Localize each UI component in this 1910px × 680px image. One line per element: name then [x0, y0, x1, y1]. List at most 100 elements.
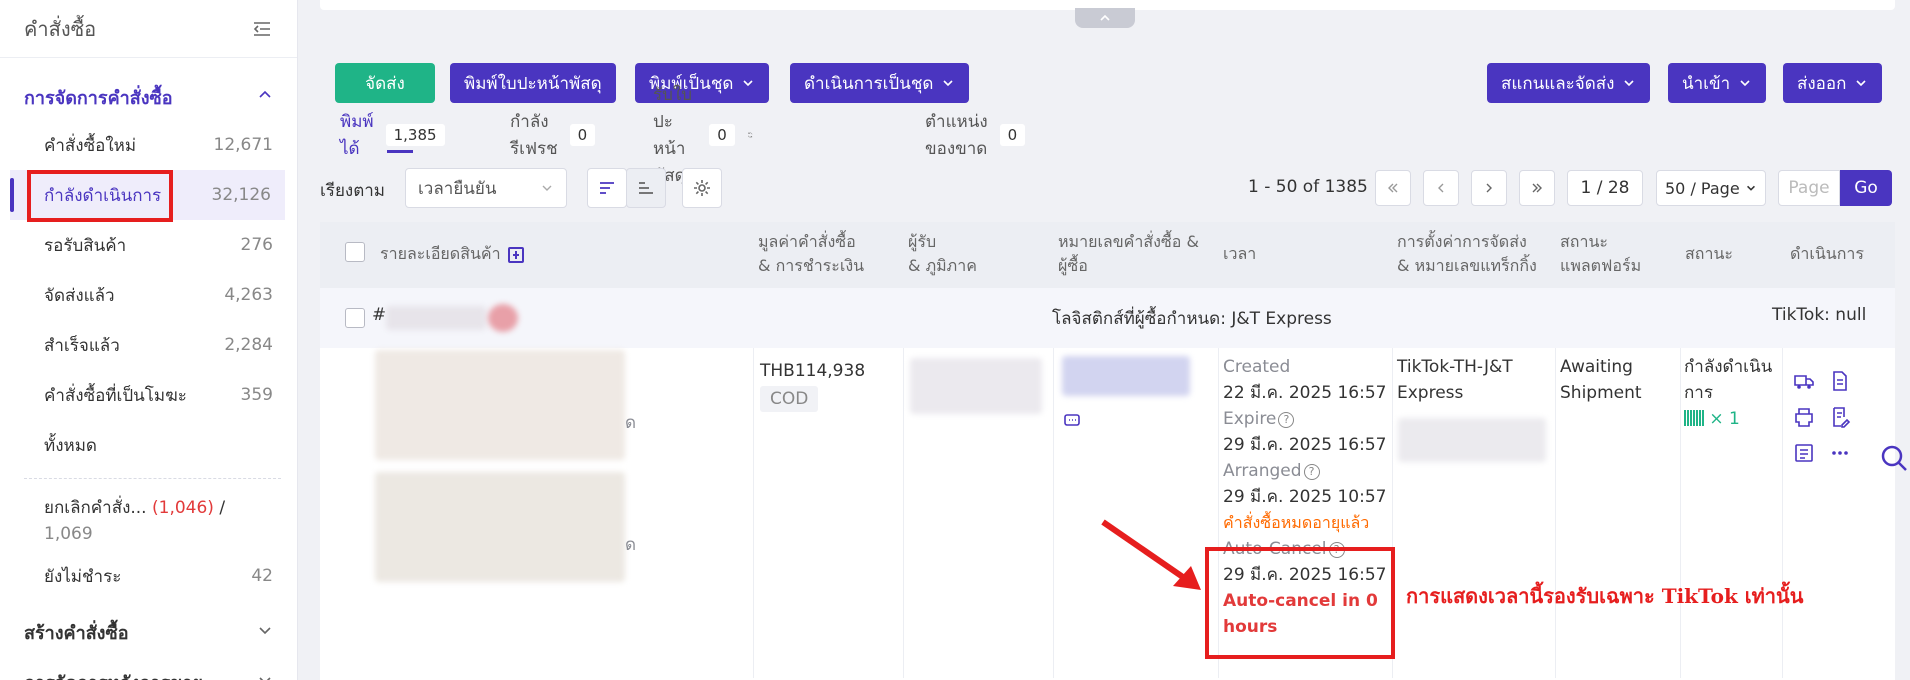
page-size-select[interactable]: 50 / Page [1656, 170, 1766, 206]
sidebar-item-label: ยกเลิกคำสั่ง... (1,046) / 1,069 [44, 495, 225, 547]
button-label: ดำเนินการเป็นชุด [804, 73, 934, 94]
chevron-down-icon [1740, 80, 1750, 87]
product-text-fragment: ด [625, 535, 637, 555]
sidebar-section-create-order[interactable]: สร้างคำสั่งซื้อ [0, 609, 297, 655]
print-label-button[interactable]: พิมพ์ใบปะหน้าพัสดุ [450, 63, 616, 103]
redacted-receiver [910, 358, 1042, 414]
tab-out-of-stock-location[interactable]: ตำแหน่งของขาด 0 [925, 112, 1026, 159]
redacted-product-2 [375, 472, 625, 582]
chevron-down-icon [542, 185, 552, 191]
arranged-label: Arranged? [1223, 458, 1386, 484]
sidebar-item-count: 32,126 [211, 185, 271, 205]
sidebar-item-in-progress[interactable]: กำลังดำเนินการ 32,126 [10, 170, 285, 220]
tab-refreshing[interactable]: กำลังรีเฟรช 0 [510, 112, 596, 159]
export-button[interactable]: ส่งออก [1783, 63, 1883, 103]
header-line: & การชำระเงิน [758, 256, 865, 275]
scan-and-ship-button[interactable]: สแกนและจัดส่ง [1487, 63, 1651, 103]
tab-count: 0 [999, 124, 1026, 146]
sidebar-section-order-management[interactable]: การจัดการคำสั่งซื้อ [0, 74, 297, 120]
tab-count: 0 [709, 124, 735, 146]
sidebar-item-count: 2,284 [224, 335, 273, 355]
expand-filter-toggle[interactable] [1075, 8, 1135, 28]
sidebar-item-awaiting-pickup[interactable]: รอรับสินค้า 276 [0, 220, 297, 270]
order-amount: THB114,938 [760, 361, 866, 381]
select-all-checkbox[interactable] [345, 242, 365, 262]
sidebar-title: คำสั่งซื้อ [24, 16, 97, 41]
sidebar-item-count: 359 [240, 385, 273, 405]
search-icon[interactable] [1880, 444, 1908, 472]
sort-select[interactable]: เวลายืนยัน [405, 168, 567, 208]
sidebar-section-after-sales[interactable]: การจัดการหลังการขาย [0, 659, 297, 680]
chevron-down-icon [943, 80, 953, 87]
help-icon[interactable]: ? [1303, 464, 1320, 480]
sort-ascending-button[interactable] [626, 168, 666, 208]
payment-badge: COD [760, 386, 819, 412]
header-action: ดำเนินการ [1790, 244, 1864, 263]
shipping-setting-line: TikTok-TH-J&T [1397, 357, 1513, 377]
button-label: พิมพ์ใบปะหน้าพัสดุ [464, 73, 602, 94]
order-checkbox[interactable] [345, 308, 365, 328]
chevron-left-icon [1438, 183, 1444, 193]
pagination-range: 1 - 50 of 1385 [1248, 177, 1368, 197]
tab-get-label[interactable]: รับใบปะหน้าพัสดุ 0 [653, 85, 753, 186]
more-icon[interactable] [1829, 442, 1851, 464]
sort-label: เรียงตาม [320, 181, 385, 201]
sidebar-item-unpaid[interactable]: ยังไม่ชำระ 42 [0, 551, 297, 601]
order-hash: # [372, 305, 387, 325]
invoice-icon[interactable] [1793, 442, 1815, 464]
refresh-icon[interactable] [747, 126, 753, 144]
section-label: สร้างคำสั่งซื้อ [24, 622, 129, 644]
ship-button[interactable]: จัดส่ง [335, 63, 435, 103]
button-label: ส่งออก [1797, 73, 1847, 94]
column-settings-button[interactable] [682, 168, 722, 208]
sidebar-item-all[interactable]: ทั้งหมด [0, 420, 297, 470]
column-divider [753, 348, 754, 678]
printer-icon[interactable] [1793, 406, 1815, 428]
barcode-count: × 1 [1709, 409, 1740, 429]
cancel-count-separator: / [219, 498, 226, 518]
edit-document-icon[interactable] [1829, 406, 1851, 428]
go-button[interactable]: Go [1840, 170, 1892, 206]
sidebar-item-label: รอรับสินค้า [44, 235, 127, 256]
header-line: หมายเลขคำสั่งซื้อ & [1058, 232, 1199, 251]
help-icon[interactable]: ? [1278, 412, 1295, 428]
header-product: รายละเอียดสินค้า [380, 244, 501, 263]
sidebar-item-shipped[interactable]: จัดส่งแล้ว 4,263 [0, 270, 297, 320]
buyer-logistics: โลจิสติกส์ที่ผู้ซื้อกำหนด: J&T Express [1052, 309, 1332, 329]
barcode-icon [1684, 410, 1704, 426]
sidebar-item-label: ทั้งหมด [44, 435, 97, 456]
import-button[interactable]: นำเข้า [1668, 63, 1767, 103]
list-toolbar: เรียงตาม เวลายืนยัน 1 - 50 of 1385 1 / 2… [320, 168, 1895, 208]
chevron-down-icon [1856, 80, 1866, 87]
tab-printable[interactable]: พิมพ์ได้ 1,385 [340, 112, 445, 159]
barcode-quantity: × 1 [1684, 406, 1772, 432]
collapse-sidebar-icon[interactable] [251, 18, 273, 40]
last-page-button[interactable] [1519, 170, 1555, 206]
expand-all-icon[interactable] [508, 247, 524, 263]
chat-icon[interactable] [1063, 412, 1081, 430]
sidebar-item-void-orders[interactable]: คำสั่งซื้อที่เป็นโมฆะ 359 [0, 370, 297, 420]
process-batch-button[interactable]: ดำเนินการเป็นชุด [790, 63, 970, 103]
sidebar-item-count: 42 [251, 566, 273, 586]
header-order-value: มูลค่าคำสั่งซื้อ & การชำระเงิน [758, 230, 864, 278]
next-page-button[interactable] [1471, 170, 1507, 206]
sidebar-item-new-orders[interactable]: คำสั่งซื้อใหม่ 12,671 [0, 120, 297, 170]
document-icon[interactable] [1829, 370, 1851, 392]
sort-descending-button[interactable] [587, 168, 627, 208]
truck-icon[interactable] [1793, 370, 1815, 392]
shipping-setting-cell: TikTok-TH-J&T Express [1397, 354, 1513, 406]
chevron-down-icon [1624, 80, 1635, 87]
sidebar-item-cancelled[interactable]: ยกเลิกคำสั่ง... (1,046) / 1,069 [0, 487, 297, 551]
sidebar-item-label: คำสั่งซื้อใหม่ [44, 135, 137, 156]
sidebar-item-completed[interactable]: สำเร็จแล้ว 2,284 [0, 320, 297, 370]
prev-page-button[interactable] [1423, 170, 1459, 206]
expire-time: 29 มี.ค. 2025 16:57 [1223, 435, 1387, 455]
column-divider [1053, 348, 1054, 678]
header-platform-status: สถานะ แพลตฟอร์ม [1560, 230, 1641, 278]
first-page-button[interactable] [1375, 170, 1411, 206]
platform-status-line: Awaiting [1560, 357, 1633, 377]
header-shipping: การตั้งค่าการจัดส่ง & หมายเลขแทร็กกิ้ง [1397, 230, 1537, 278]
page-indicator[interactable]: 1 / 28 [1567, 170, 1643, 206]
tab-count: 0 [569, 124, 596, 146]
page-jump-input[interactable]: Page [1778, 170, 1840, 206]
